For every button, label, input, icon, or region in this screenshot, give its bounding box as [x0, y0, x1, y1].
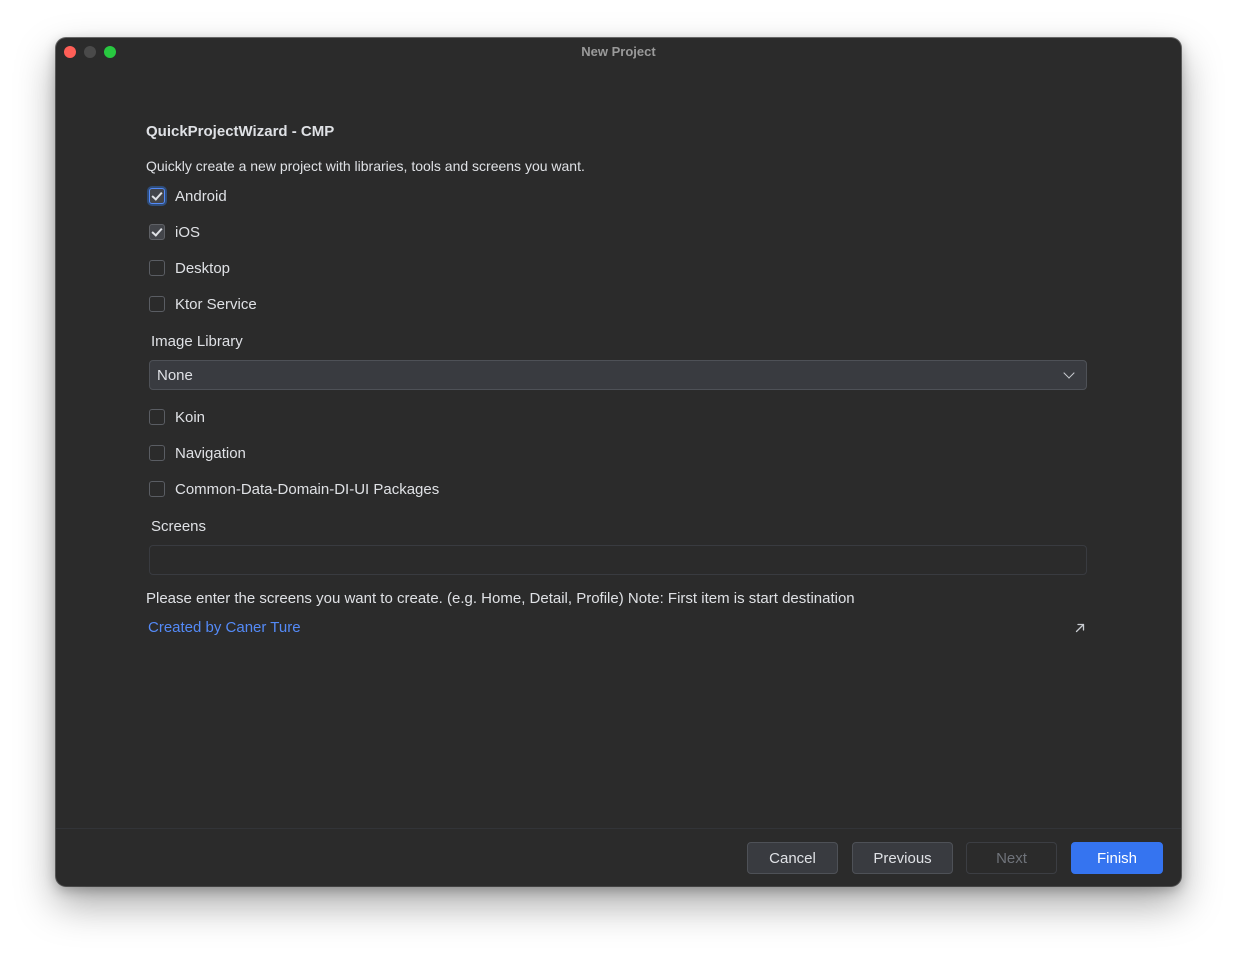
finish-button[interactable]: Finish	[1071, 842, 1163, 874]
wizard-description: Quickly create a new project with librar…	[146, 158, 585, 174]
next-button[interactable]: Next	[966, 842, 1057, 874]
ios-label: iOS	[175, 223, 201, 241]
external-link-icon[interactable]	[1072, 620, 1088, 636]
checkbox-ktor-service[interactable]: Ktor Service	[149, 294, 257, 314]
image-library-dropdown[interactable]: None	[149, 360, 1087, 390]
ktor-service-label: Ktor Service	[175, 295, 257, 313]
ktor-service-checkbox-box[interactable]	[149, 296, 165, 312]
koin-checkbox-box[interactable]	[149, 409, 165, 425]
checkbox-android[interactable]: Android	[149, 186, 227, 206]
navigation-checkbox-box[interactable]	[149, 445, 165, 461]
image-library-selected-value: None	[157, 366, 193, 384]
checkbox-common-packages[interactable]: Common-Data-Domain-DI-UI Packages	[149, 479, 439, 499]
wizard-content: QuickProjectWizard - CMP Quickly create …	[56, 38, 1181, 886]
cancel-button[interactable]: Cancel	[747, 842, 838, 874]
checkbox-ios[interactable]: iOS	[149, 222, 200, 242]
common-packages-checkbox-box[interactable]	[149, 481, 165, 497]
desktop-checkbox-box[interactable]	[149, 260, 165, 276]
android-label: Android	[175, 187, 227, 205]
koin-label: Koin	[175, 408, 206, 426]
screens-hint: Please enter the screens you want to cre…	[146, 590, 855, 607]
checkbox-navigation[interactable]: Navigation	[149, 443, 246, 463]
android-checkbox-box[interactable]	[149, 188, 165, 204]
ios-checkbox-box[interactable]	[149, 224, 165, 240]
created-by-link[interactable]: Created by Caner Ture	[148, 619, 301, 636]
footer-divider	[56, 828, 1181, 829]
navigation-label: Navigation	[175, 444, 246, 462]
image-library-label: Image Library	[151, 333, 243, 350]
desktop-label: Desktop	[175, 259, 231, 277]
screens-label: Screens	[151, 518, 207, 535]
chevron-down-icon	[1063, 367, 1075, 379]
wizard-heading: QuickProjectWizard - CMP	[146, 123, 335, 140]
previous-button[interactable]: Previous	[852, 842, 953, 874]
common-packages-label: Common-Data-Domain-DI-UI Packages	[175, 480, 440, 498]
screens-input[interactable]	[149, 545, 1087, 575]
new-project-window: New Project QuickProjectWizard - CMP Qui…	[56, 38, 1181, 886]
checkbox-koin[interactable]: Koin	[149, 407, 205, 427]
checkbox-desktop[interactable]: Desktop	[149, 258, 230, 278]
